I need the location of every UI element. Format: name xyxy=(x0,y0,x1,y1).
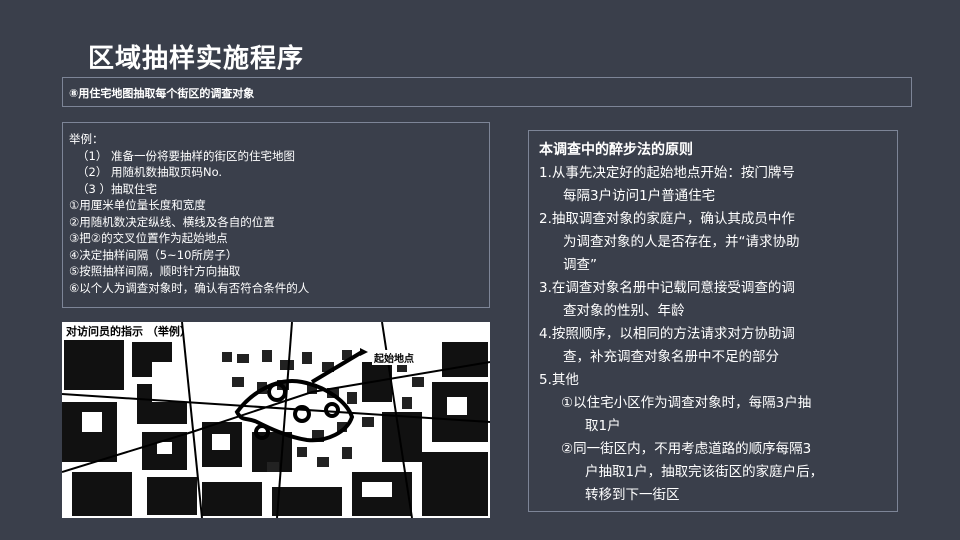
page-title: 区域抽样实施程序 xyxy=(88,44,305,74)
principle-sub-line: ②同一街区内，不用考虑道路的顺序每隔3 xyxy=(561,441,812,457)
example-line: （2） 用随机数抽取页码No. xyxy=(77,165,223,179)
principle-sub-line: 取1户 xyxy=(585,418,621,434)
example-line: （3 ）抽取住宅 xyxy=(77,181,157,196)
example-line: ⑥以个人为调查对象时，确认有否符合条件的人 xyxy=(69,280,310,295)
principles-box: 本调查中的醉步法的原则 1.从事先决定好的起始地点开始：按门牌号 每隔3户访问1… xyxy=(528,130,898,512)
principle-sub-line: ①以住宅小区作为调查对象时，每隔3户抽 xyxy=(561,395,812,411)
map-start-label: 起始地点 xyxy=(372,350,416,365)
principle-line: 每隔3户访问1户普通住宅 xyxy=(563,188,716,204)
principle-line: 2.抽取调查对象的家庭户，确认其成员中作 xyxy=(539,211,795,227)
example-line: ②用随机数决定纵线、横线及各自的位置 xyxy=(69,214,275,229)
principle-line: 1.从事先决定好的起始地点开始：按门牌号 xyxy=(539,165,795,181)
principle-line: 为调查对象的人是否存在，并“请求协助 xyxy=(563,234,800,250)
map-illustration xyxy=(62,322,490,518)
principle-sub-line: 转移到下一街区 xyxy=(585,487,680,503)
example-line: ①用厘米单位量长度和宽度 xyxy=(69,198,206,212)
principles-heading: 本调查中的醉步法的原则 xyxy=(539,142,693,158)
principle-line: 查，补充调查对象名册中不足的部分 xyxy=(563,349,779,365)
principle-line: 5.其他 xyxy=(539,372,579,388)
subtitle-text: ⑧用住宅地图抽取每个街区的调查对象 xyxy=(69,87,255,100)
example-line: ③把②的交叉位置作为起始地点 xyxy=(69,231,228,245)
map-caption: 对访问员的指示 （举例） xyxy=(66,325,191,338)
example-box: 举例： （1） 准备一份将要抽样的街区的住宅地图 （2） 用随机数抽取页码No.… xyxy=(62,122,490,308)
principle-line: 4.按照顺序，以相同的方法请求对方协助调 xyxy=(539,326,795,342)
example-line: ⑤按照抽样间隔，顺时针方向抽取 xyxy=(69,264,241,278)
example-line: （1） 准备一份将要抽样的街区的住宅地图 xyxy=(77,148,295,163)
example-line: ④决定抽样间隔（5~10所房子） xyxy=(69,247,238,262)
residential-map-image: 对访问员的指示 （举例） 起始地点 xyxy=(62,322,490,518)
principle-line: 调查” xyxy=(563,257,597,273)
principle-sub-line: 户抽取1户，抽取完该街区的家庭户后， xyxy=(585,464,824,480)
example-heading: 举例： xyxy=(69,132,104,146)
subtitle-box: ⑧用住宅地图抽取每个街区的调查对象 xyxy=(62,77,912,107)
principle-line: 查对象的性别、年龄 xyxy=(563,303,685,319)
principle-line: 3.在调查对象名册中记载同意接受调查的调 xyxy=(539,280,795,296)
